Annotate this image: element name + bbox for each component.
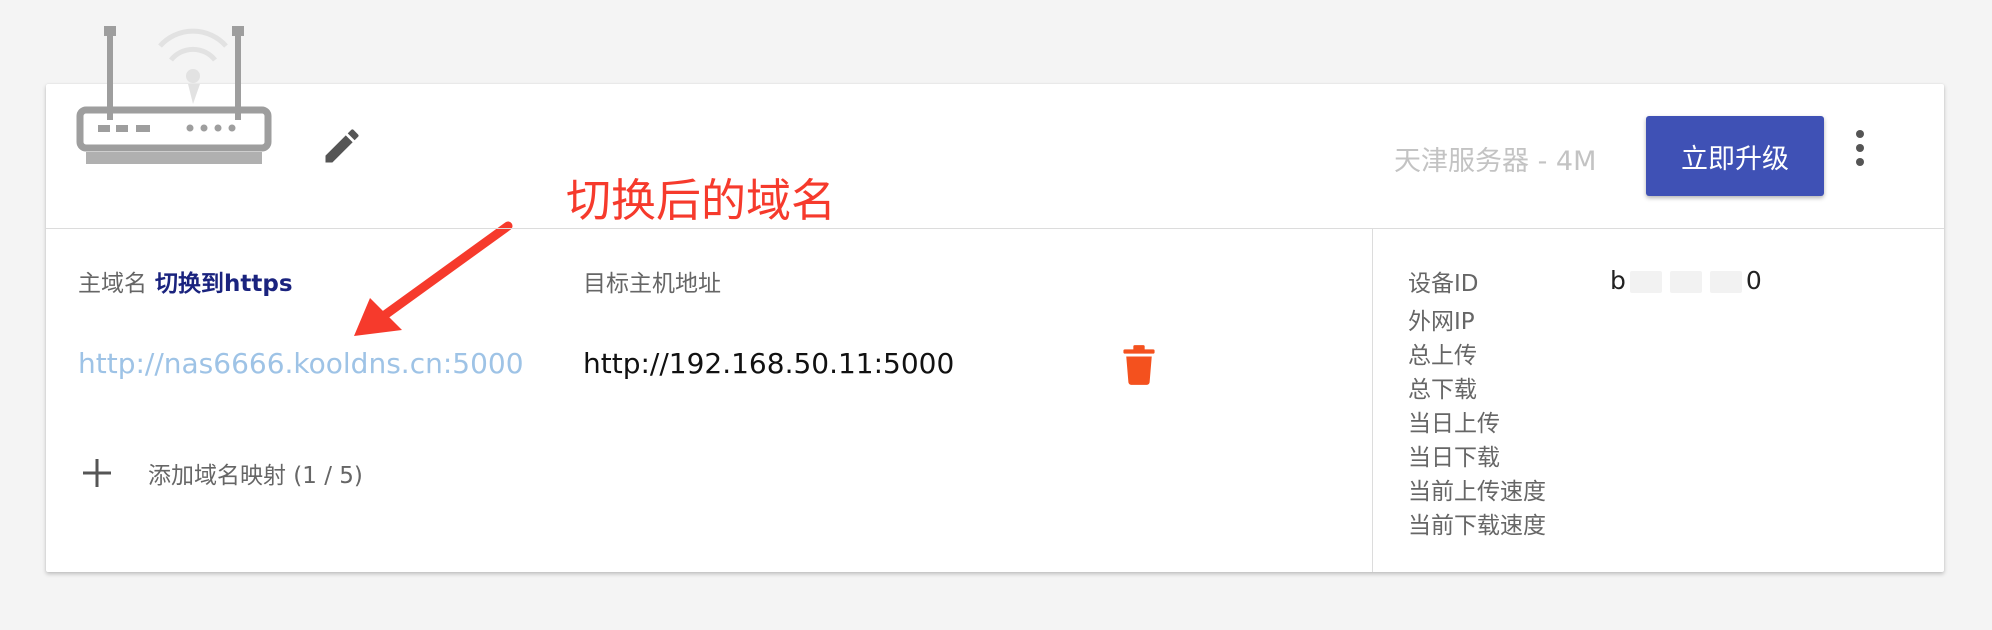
total-upload-label: 总上传 — [1408, 343, 1477, 369]
target-address: http://192.168.50.11:5000 — [583, 347, 955, 380]
total-download-label: 总下载 — [1408, 377, 1477, 403]
target-host-header: 目标主机地址 — [583, 271, 721, 297]
device-id-value: b0 — [1610, 266, 1762, 295]
header-divider — [46, 228, 1944, 229]
add-domain-mapping[interactable]: 添加域名映射 (1 / 5) — [80, 456, 363, 490]
device-id-start: b — [1610, 266, 1626, 295]
switch-https-link[interactable]: 切换到https — [155, 271, 293, 297]
server-label: 天津服务器 - 4M — [1394, 146, 1597, 177]
upgrade-button[interactable]: 立即升级 — [1646, 116, 1824, 196]
edit-icon[interactable] — [320, 124, 364, 168]
add-domain-label: 添加域名映射 (1 / 5) — [148, 463, 363, 489]
external-ip-label: 外网IP — [1408, 309, 1475, 335]
download-speed-label: 当前下载速度 — [1408, 513, 1546, 539]
upload-speed-label: 当前上传速度 — [1408, 479, 1546, 505]
main-domain-header: 主域名 切换到https — [78, 264, 293, 298]
main-domain-label: 主域名 — [78, 271, 147, 297]
delete-icon[interactable] — [1122, 345, 1156, 385]
domain-link[interactable]: http://nas6666.kooldns.cn:5000 — [78, 347, 524, 380]
daily-download-label: 当日下载 — [1408, 445, 1500, 471]
redacted-mask — [1629, 271, 1662, 293]
redacted-mask — [1669, 271, 1702, 293]
router-icon — [76, 26, 272, 164]
daily-upload-label: 当日上传 — [1408, 411, 1500, 437]
device-id-label: 设备ID — [1408, 271, 1479, 297]
device-id-end: 0 — [1745, 266, 1762, 295]
plus-icon — [83, 459, 111, 487]
column-divider — [1372, 229, 1373, 572]
redacted-mask — [1709, 271, 1742, 293]
annotation-text: 切换后的域名 — [566, 174, 837, 227]
more-vert-icon[interactable] — [1844, 126, 1876, 170]
arrow-icon — [354, 221, 513, 336]
